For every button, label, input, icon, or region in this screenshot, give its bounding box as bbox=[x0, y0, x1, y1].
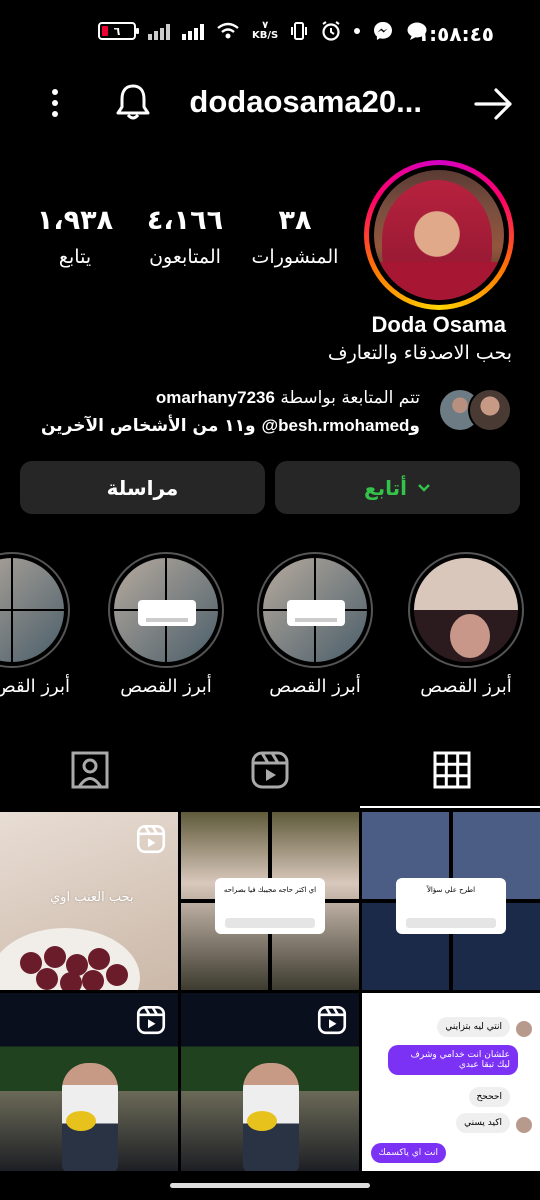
posts-grid: بحب العنب اوي اي اكتر حاجه مجيبك فيا بصر… bbox=[0, 812, 540, 1174]
followed-by-prefix: تتم المتابعة بواسطة bbox=[280, 388, 420, 408]
profile-avatar[interactable] bbox=[364, 160, 514, 310]
mutual-user-1[interactable]: omarhany7236 bbox=[156, 388, 275, 407]
followed-by-line1: تتم المتابعة بواسطة omarhany7236 bbox=[156, 388, 420, 408]
battery-icon: ٦ bbox=[98, 22, 139, 40]
question-card: اطرح علي سؤالاً bbox=[396, 878, 506, 934]
avatar bbox=[468, 388, 512, 432]
reel-badge-icon bbox=[136, 1005, 166, 1035]
post-thumbnail[interactable] bbox=[181, 993, 359, 1171]
question-card: اي اكتر حاجه مجيبك فيا بصراحه bbox=[215, 878, 325, 934]
bell-icon[interactable] bbox=[114, 82, 152, 122]
highlight-item[interactable]: أبرز القصص bbox=[257, 552, 373, 697]
stat-label: يتابع bbox=[58, 246, 92, 268]
story-highlights: أبرز القصص أبرز القصص أبرز القصص أبرز ال… bbox=[0, 552, 540, 702]
highlight-item[interactable]: أبرز القص bbox=[0, 552, 70, 697]
followed-by[interactable]: تتم المتابعة بواسطة omarhany7236 وbesh.r… bbox=[22, 386, 512, 442]
active-tab-indicator bbox=[360, 806, 540, 808]
chat-message: علشان انت خدامي وشرف ليك تبقا عبدي bbox=[388, 1045, 518, 1075]
message-label: مراسلة bbox=[106, 475, 179, 500]
action-buttons: أتابع مراسلة bbox=[20, 461, 520, 514]
following-count[interactable]: ١،٩٣٨ يتابع bbox=[20, 205, 130, 268]
post-thumbnail[interactable]: اي اكتر حاجه مجيبك فيا بصراحه bbox=[181, 812, 359, 990]
profile-name: Doda Osama bbox=[371, 312, 507, 337]
notification-dot bbox=[354, 28, 361, 34]
profile-stats: ١،٩٣٨ يتابع ٤،١٦٦ المتابعون ٣٨ المنشورات bbox=[20, 205, 350, 268]
followed-by-suffix: و١١ من الأشخاص الآخرين bbox=[40, 416, 256, 436]
signal-icon bbox=[148, 22, 170, 40]
profile-bio: بحب الاصدقاء والتعارف bbox=[327, 342, 512, 364]
mutual-user-2[interactable]: besh.rmohamed@ bbox=[262, 416, 410, 435]
chat-message: اكيد يسني bbox=[456, 1113, 510, 1133]
chevron-down-icon bbox=[418, 483, 430, 492]
follow-label: أتابع bbox=[363, 475, 408, 500]
header-username: dodaosama20... bbox=[189, 84, 422, 119]
wifi-icon bbox=[217, 22, 239, 39]
highlight-label: أبرز القصص bbox=[269, 676, 361, 697]
message-button[interactable]: مراسلة bbox=[20, 461, 265, 514]
highlight-cover bbox=[414, 558, 518, 662]
highlight-label: أبرز القصص bbox=[120, 676, 212, 697]
stat-label: المنشورات bbox=[251, 246, 339, 268]
post-thumbnail[interactable]: اطرح علي سؤالاً bbox=[362, 812, 540, 990]
network-speed-unit: KB/S bbox=[252, 30, 279, 41]
profile-tabs bbox=[0, 736, 540, 810]
followed-by-joiner: و bbox=[409, 416, 420, 436]
signal-icon-2 bbox=[182, 22, 204, 40]
chat-message: انتي ليه بتزايني bbox=[437, 1017, 510, 1037]
highlight-item[interactable]: أبرز القصص bbox=[108, 552, 224, 697]
messenger-icon bbox=[374, 22, 393, 40]
chat-message: انت اي ياكسمك bbox=[370, 1143, 446, 1163]
chat-message: احححح bbox=[468, 1087, 510, 1107]
post-thumbnail[interactable] bbox=[0, 993, 178, 1171]
tagged-icon[interactable] bbox=[70, 750, 110, 790]
highlight-cover bbox=[114, 558, 218, 662]
battery-level: ٦ bbox=[113, 24, 121, 38]
mutual-avatars bbox=[436, 388, 512, 434]
highlight-label: أبرز القصص bbox=[420, 676, 512, 697]
followed-by-line2: وbesh.rmohamed@ و١١ من الأشخاص الآخرين bbox=[41, 416, 420, 436]
post-thumbnail[interactable]: بحب العنب اوي bbox=[0, 812, 178, 990]
post-thumbnail[interactable]: انتي ليه بتزايني علشان انت خدامي وشرف لي… bbox=[362, 993, 540, 1171]
highlight-cover bbox=[263, 558, 367, 662]
highlight-item[interactable]: أبرز القصص bbox=[408, 552, 524, 697]
highlight-cover bbox=[0, 558, 64, 662]
back-arrow-icon[interactable] bbox=[474, 86, 514, 122]
reels-icon[interactable] bbox=[250, 750, 290, 790]
reel-badge-icon bbox=[317, 1005, 347, 1035]
network-speed: ٧ KB/S bbox=[252, 21, 278, 41]
stat-value: ٤،١٦٦ bbox=[146, 205, 224, 236]
reel-badge-icon bbox=[136, 824, 166, 854]
posts-count: ٣٨ المنشورات bbox=[240, 205, 350, 268]
alarm-icon bbox=[322, 21, 340, 41]
status-icons: ٦ ٧ KB/S bbox=[98, 20, 428, 42]
vibrate-icon bbox=[291, 22, 308, 40]
profile-header: dodaosama20... bbox=[0, 78, 540, 134]
clock: ١:٥٨:٤٥ bbox=[416, 22, 494, 46]
followers-count[interactable]: ٤،١٦٦ المتابعون bbox=[130, 205, 240, 268]
post-caption: بحب العنب اوي bbox=[50, 890, 134, 905]
home-indicator[interactable] bbox=[170, 1183, 370, 1188]
stat-value: ١،٩٣٨ bbox=[36, 205, 114, 236]
status-bar: ٦ ٧ KB/S ١:٥٨:٤٥ bbox=[0, 0, 540, 70]
avatar-photo bbox=[374, 170, 504, 300]
grid-icon[interactable] bbox=[432, 750, 472, 790]
follow-button[interactable]: أتابع bbox=[275, 461, 520, 514]
stat-value: ٣٨ bbox=[278, 205, 312, 236]
stat-label: المتابعون bbox=[149, 246, 221, 268]
menu-dots-icon[interactable] bbox=[50, 88, 60, 118]
highlight-label: أبرز القص bbox=[0, 676, 70, 697]
